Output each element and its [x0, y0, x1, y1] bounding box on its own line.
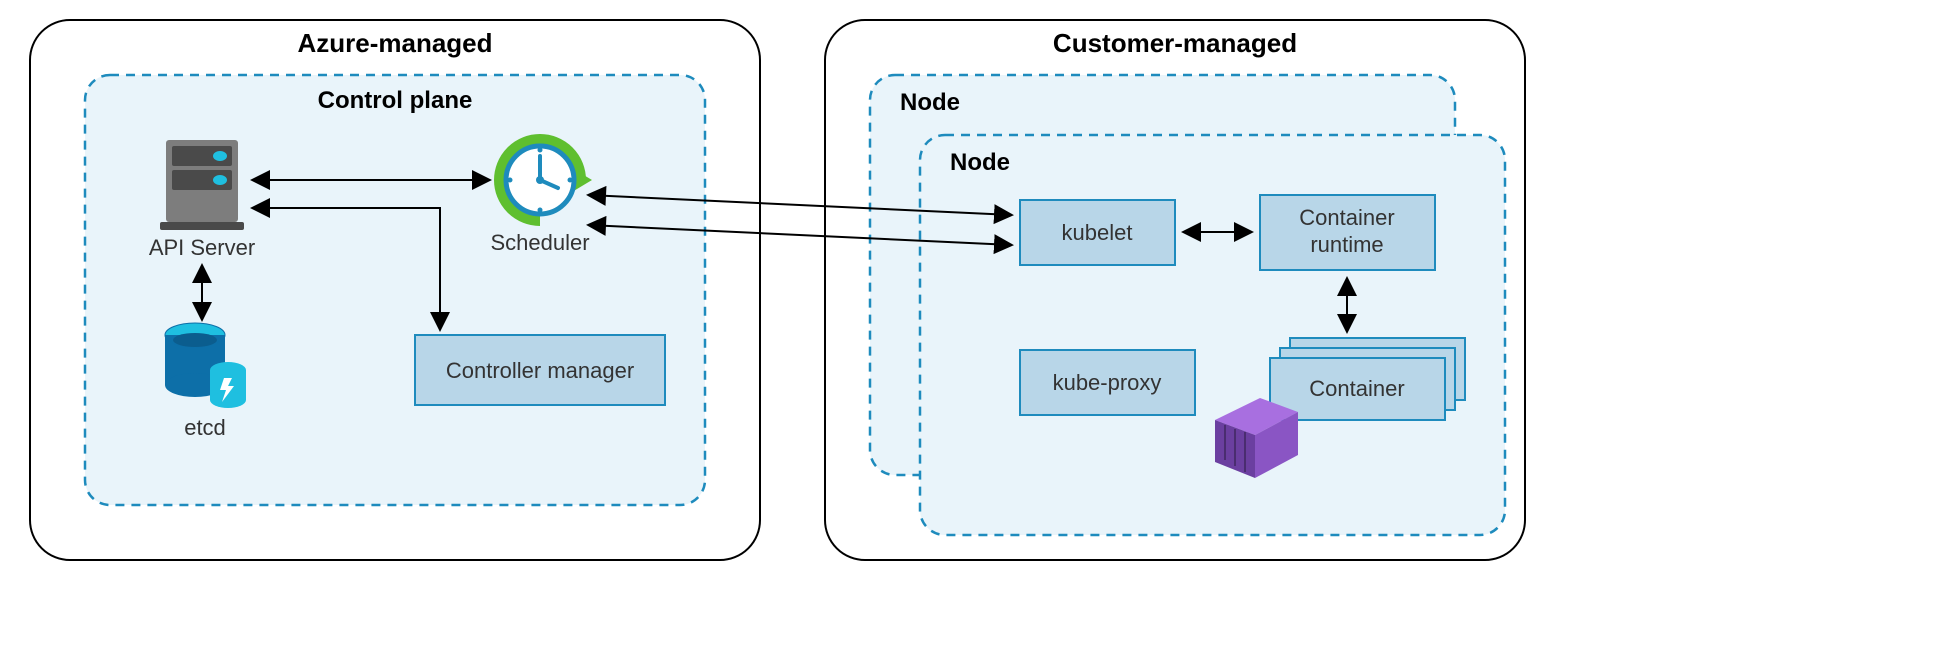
kubelet-label: kubelet: [1062, 220, 1133, 245]
scheduler-label: Scheduler: [490, 230, 589, 255]
azure-managed-title: Azure-managed: [297, 28, 492, 58]
api-server-icon: [160, 140, 244, 230]
etcd-label: etcd: [184, 415, 226, 440]
kube-proxy-label: kube-proxy: [1053, 370, 1162, 395]
container-label: Container: [1309, 376, 1404, 401]
container-runtime-label-2: runtime: [1310, 232, 1383, 257]
control-plane-title: Control plane: [318, 87, 473, 114]
container-runtime-label-1: Container: [1299, 205, 1394, 230]
control-plane-panel: [85, 75, 705, 505]
node-front-label: Node: [950, 149, 1010, 176]
customer-managed-title: Customer-managed: [1053, 28, 1297, 58]
api-server-label: API Server: [149, 235, 255, 260]
node-back-label: Node: [900, 89, 960, 116]
controller-manager-label: Controller manager: [446, 358, 634, 383]
